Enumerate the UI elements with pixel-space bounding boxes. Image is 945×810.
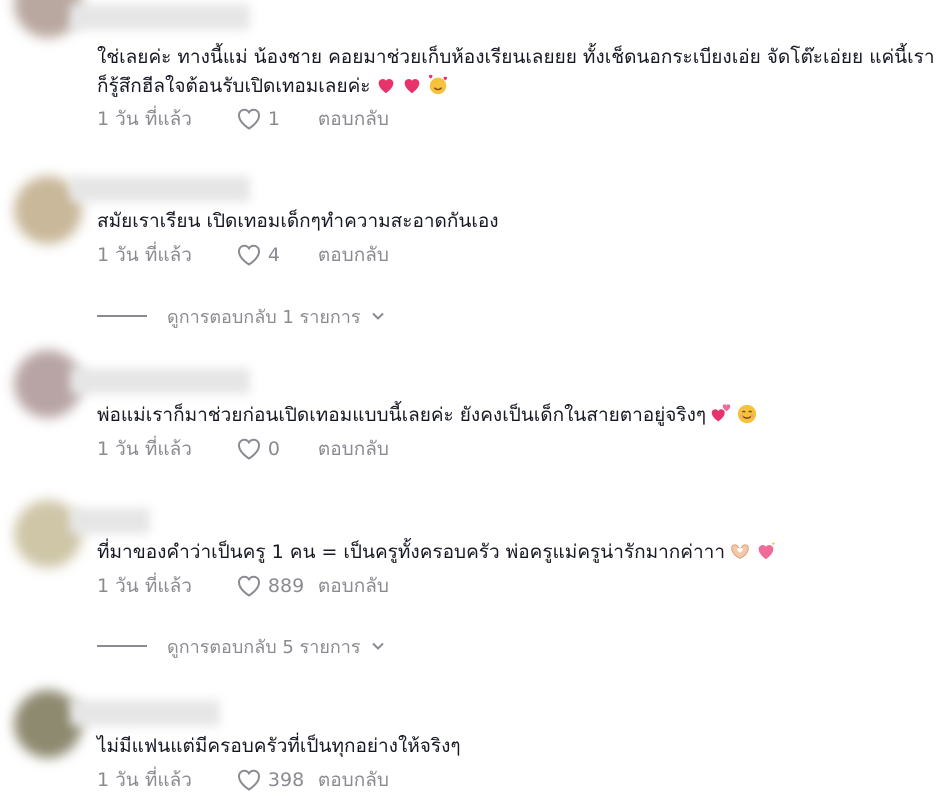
username-blurred[interactable] bbox=[70, 176, 250, 202]
comment-time: 1 วัน ที่แล้ว bbox=[97, 244, 192, 266]
comment-text: พ่อแม่เราก็มาช่วยก่อนเปิดเทอมแบบนี้เลยค่… bbox=[97, 401, 937, 430]
like-count: 398 bbox=[267, 769, 305, 791]
divider bbox=[97, 315, 147, 317]
heart-outline-icon bbox=[237, 108, 260, 130]
reply-button[interactable]: ตอบกลับ bbox=[318, 434, 389, 464]
like-button[interactable]: 0 bbox=[236, 437, 308, 461]
heart-outline-icon bbox=[237, 575, 260, 597]
comment-time: 1 วัน ที่แล้ว bbox=[97, 769, 192, 791]
reply-button[interactable]: ตอบกลับ bbox=[318, 240, 389, 270]
comment-meta: 1 วัน ที่แล้ว 398 ตอบกลับ bbox=[97, 767, 389, 793]
reply-button[interactable]: ตอบกลับ bbox=[318, 765, 389, 795]
like-count: 889 bbox=[267, 575, 305, 597]
like-count: 4 bbox=[267, 244, 281, 266]
view-replies-label: ดูการตอบกลับ 5 รายการ bbox=[167, 636, 361, 658]
view-replies-button[interactable]: ดูการตอบกลับ 1 รายการ bbox=[97, 304, 385, 328]
comment-time: 1 วัน ที่แล้ว bbox=[97, 575, 192, 597]
comment-text: สมัยเราเรียน เปิดเทอมเด็กๆทำความสะอาดกัน… bbox=[97, 210, 499, 232]
username-blurred[interactable] bbox=[70, 4, 250, 30]
view-replies-button[interactable]: ดูการตอบกลับ 5 รายการ bbox=[97, 634, 385, 658]
like-count: 0 bbox=[267, 438, 281, 460]
heart-outline-icon bbox=[237, 438, 260, 460]
username-blurred[interactable] bbox=[70, 508, 150, 534]
smiling-face-with-hearts-icon bbox=[428, 74, 447, 95]
divider bbox=[97, 645, 147, 647]
reply-button[interactable]: ตอบกลับ bbox=[318, 571, 389, 601]
comment-meta: 1 วัน ที่แล้ว 4 ตอบกลับ bbox=[97, 242, 389, 268]
heart-icon bbox=[404, 79, 419, 94]
like-button[interactable]: 1 bbox=[236, 107, 308, 131]
comment-text: ที่มาของคำว่าเป็นครู 1 คน = เป็นครูทั้งค… bbox=[97, 538, 937, 567]
like-count: 1 bbox=[267, 108, 281, 130]
heart-outline-icon bbox=[237, 769, 260, 791]
like-button[interactable]: 4 bbox=[236, 243, 308, 267]
comment-text: ไม่มีแฟนแต่มีครอบครัวที่เป็นทุกอย่างให้จ… bbox=[97, 735, 461, 757]
chevron-down-icon bbox=[371, 642, 384, 650]
heart-icon bbox=[378, 79, 393, 94]
like-button[interactable]: 398 bbox=[236, 768, 308, 792]
comment-time: 1 วัน ที่แล้ว bbox=[97, 438, 192, 460]
comment-text: ใช่เลยค่ะ ทางนี้แม่ น้องชาย คอยมาช่วยเก็… bbox=[97, 46, 935, 97]
comment-meta: 1 วัน ที่แล้ว 889 ตอบกลับ bbox=[97, 573, 389, 599]
two-hearts-icon bbox=[711, 404, 731, 422]
heart-outline-icon bbox=[237, 244, 260, 266]
smiling-face-icon bbox=[737, 404, 757, 424]
reply-button[interactable]: ตอบกลับ bbox=[318, 104, 389, 134]
username-blurred[interactable] bbox=[70, 368, 250, 394]
view-replies-label: ดูการตอบกลับ 1 รายการ bbox=[167, 306, 361, 328]
sparkling-heart-icon bbox=[758, 541, 776, 560]
heart-hands-icon bbox=[731, 544, 749, 559]
chevron-down-icon bbox=[371, 312, 384, 320]
like-button[interactable]: 889 bbox=[236, 574, 308, 598]
comment-time: 1 วัน ที่แล้ว bbox=[97, 108, 192, 130]
comment-meta: 1 วัน ที่แล้ว 0 ตอบกลับ bbox=[97, 436, 389, 462]
comment-meta: 1 วัน ที่แล้ว 1 ตอบกลับ bbox=[97, 106, 389, 132]
username-blurred[interactable] bbox=[70, 700, 220, 726]
